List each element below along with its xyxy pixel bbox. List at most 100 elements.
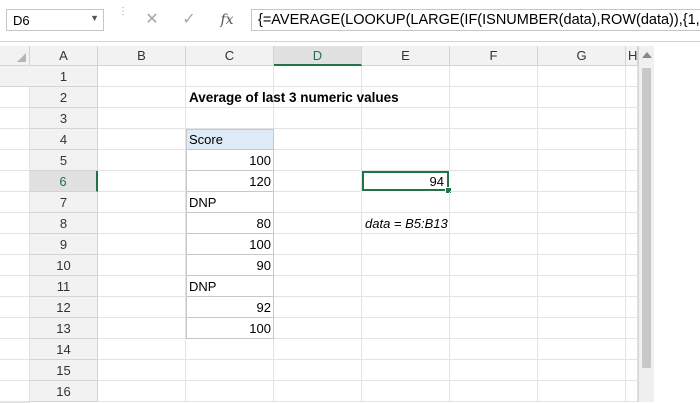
empty-cell[interactable] — [274, 255, 362, 276]
named-range-note[interactable]: data = B5:B13 — [362, 213, 450, 234]
row-header-5[interactable]: 5 — [30, 150, 98, 171]
empty-cell[interactable] — [0, 171, 30, 192]
empty-cell[interactable] — [538, 66, 626, 87]
empty-cell[interactable] — [362, 66, 450, 87]
empty-cell[interactable] — [274, 150, 362, 171]
column-header-d[interactable]: D — [274, 46, 362, 66]
empty-cell[interactable] — [626, 171, 638, 192]
empty-cell[interactable] — [626, 192, 638, 213]
empty-cell[interactable] — [362, 318, 450, 339]
empty-cell[interactable] — [538, 150, 626, 171]
empty-cell[interactable] — [362, 150, 450, 171]
empty-cell[interactable] — [0, 150, 30, 171]
empty-cell[interactable] — [186, 360, 274, 381]
empty-cell[interactable] — [538, 192, 626, 213]
empty-cell[interactable] — [538, 87, 626, 108]
empty-cell[interactable] — [450, 150, 538, 171]
row-header-10[interactable]: 10 — [30, 255, 98, 276]
chevron-down-icon[interactable]: ▼ — [90, 13, 99, 23]
empty-cell[interactable] — [450, 381, 538, 402]
worksheet-grid[interactable]: A B C D E F G H 1 2 Average of last 3 nu… — [0, 46, 700, 403]
row-header-1[interactable]: 1 — [30, 66, 98, 87]
row-header-11[interactable]: 11 — [30, 276, 98, 297]
score-cell-b11[interactable]: DNP — [186, 276, 274, 297]
empty-cell[interactable] — [626, 276, 638, 297]
score-cell-b12[interactable]: 92 — [186, 297, 274, 318]
empty-cell[interactable] — [450, 129, 538, 150]
empty-cell[interactable] — [98, 150, 186, 171]
empty-cell[interactable] — [362, 297, 450, 318]
empty-cell[interactable] — [626, 108, 638, 129]
select-all-button[interactable] — [0, 46, 30, 66]
empty-cell[interactable] — [450, 66, 538, 87]
empty-cell[interactable] — [274, 297, 362, 318]
empty-cell[interactable] — [274, 192, 362, 213]
empty-cell[interactable] — [98, 255, 186, 276]
empty-cell[interactable] — [538, 339, 626, 360]
empty-cell[interactable] — [362, 255, 450, 276]
score-cell-b8[interactable]: 80 — [186, 213, 274, 234]
empty-cell[interactable] — [0, 381, 30, 402]
empty-cell[interactable] — [186, 339, 274, 360]
empty-cell[interactable] — [626, 234, 638, 255]
empty-cell[interactable] — [274, 360, 362, 381]
column-header-g[interactable]: G — [538, 46, 626, 66]
empty-cell[interactable] — [98, 192, 186, 213]
check-icon[interactable]: ✓ — [178, 9, 200, 31]
empty-cell[interactable] — [626, 66, 638, 87]
empty-cell[interactable] — [538, 255, 626, 276]
empty-cell[interactable] — [362, 234, 450, 255]
empty-cell[interactable] — [98, 234, 186, 255]
empty-cell[interactable] — [626, 318, 638, 339]
empty-cell[interactable] — [538, 297, 626, 318]
score-cell-b10[interactable]: 90 — [186, 255, 274, 276]
empty-cell[interactable] — [450, 318, 538, 339]
column-header-c[interactable]: C — [186, 46, 274, 66]
empty-cell[interactable] — [98, 129, 186, 150]
column-header-f[interactable]: F — [450, 46, 538, 66]
row-header-2[interactable]: 2 — [30, 87, 98, 108]
row-header-13[interactable]: 13 — [30, 318, 98, 339]
empty-cell[interactable] — [98, 87, 186, 108]
close-icon[interactable]: ✕ — [141, 9, 163, 31]
name-box[interactable]: D6 ▼ — [6, 9, 104, 31]
row-header-4[interactable]: 4 — [30, 129, 98, 150]
empty-cell[interactable] — [186, 108, 274, 129]
empty-cell[interactable] — [98, 108, 186, 129]
empty-cell[interactable] — [0, 276, 30, 297]
empty-cell[interactable] — [450, 192, 538, 213]
empty-cell[interactable] — [626, 297, 638, 318]
empty-cell[interactable] — [0, 339, 30, 360]
empty-cell[interactable] — [274, 276, 362, 297]
empty-cell[interactable] — [626, 129, 638, 150]
empty-cell[interactable] — [538, 171, 626, 192]
empty-cell[interactable] — [98, 171, 186, 192]
result-cell-d6[interactable]: 94 — [362, 171, 452, 194]
empty-cell[interactable] — [450, 297, 538, 318]
empty-cell[interactable] — [0, 318, 30, 339]
row-header-12[interactable]: 12 — [30, 297, 98, 318]
row-header-7[interactable]: 7 — [30, 192, 98, 213]
row-header-16[interactable]: 16 — [30, 381, 98, 402]
empty-cell[interactable] — [362, 129, 450, 150]
empty-cell[interactable] — [0, 213, 30, 234]
empty-cell[interactable] — [626, 381, 638, 402]
empty-cell[interactable] — [538, 276, 626, 297]
score-header-cell[interactable]: Score — [186, 129, 274, 150]
score-cell-b13[interactable]: 100 — [186, 318, 274, 339]
empty-cell[interactable] — [274, 318, 362, 339]
empty-cell[interactable] — [450, 213, 538, 234]
column-header-h[interactable]: H — [626, 46, 638, 66]
empty-cell[interactable] — [274, 108, 362, 129]
empty-cell[interactable] — [626, 255, 638, 276]
empty-cell[interactable] — [274, 339, 362, 360]
column-header-a[interactable]: A — [30, 46, 98, 66]
column-header-e[interactable]: E — [362, 46, 450, 66]
empty-cell[interactable] — [186, 66, 274, 87]
empty-cell[interactable] — [538, 234, 626, 255]
empty-cell[interactable] — [450, 87, 538, 108]
row-header-3[interactable]: 3 — [30, 108, 98, 129]
score-cell-b9[interactable]: 100 — [186, 234, 274, 255]
empty-cell[interactable] — [362, 192, 450, 213]
empty-cell[interactable] — [450, 360, 538, 381]
